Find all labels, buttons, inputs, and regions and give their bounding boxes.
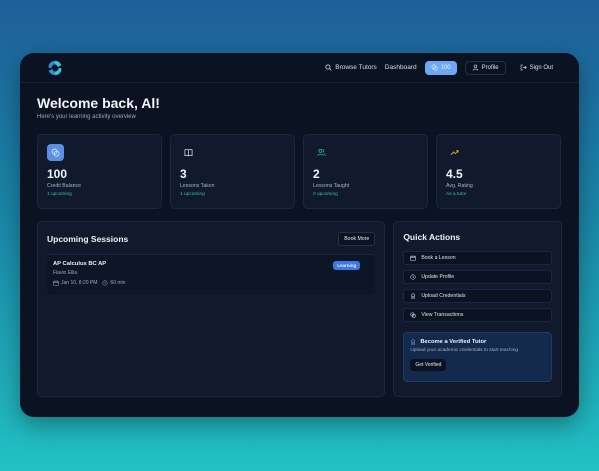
- user-icon: [472, 64, 478, 71]
- credits-button[interactable]: 100: [424, 60, 457, 75]
- session-duration-text: 60 min: [110, 280, 126, 286]
- book-more-button[interactable]: Book More: [338, 232, 376, 246]
- stat-label: Avg. Rating: [446, 183, 473, 189]
- browse-tutors-label: Browse Tutors: [335, 64, 377, 71]
- stat-value: 100: [47, 167, 68, 181]
- credits-label: 100: [440, 64, 451, 71]
- quick-actions-list: Book a Lesson Update Profile Upload Cred…: [403, 251, 552, 322]
- calendar-icon: [53, 280, 59, 286]
- nav-actions: Browse Tutors Dashboard 100 Profile Sign…: [325, 60, 559, 75]
- profile-button[interactable]: Profile: [464, 60, 506, 75]
- stat-card-credits: 100 Credit Balance 1 upcoming: [37, 134, 162, 209]
- stat-sub: As a tutor: [446, 192, 467, 197]
- stat-sub: 1 upcoming: [47, 192, 72, 197]
- verify-title-text: Become a Verified Tutor: [420, 339, 487, 345]
- session-title: AP Calculus BC AP: [53, 261, 107, 267]
- verify-title: Become a Verified Tutor: [410, 339, 545, 345]
- search-icon: [325, 64, 332, 71]
- get-verified-button[interactable]: Get Verified: [410, 359, 447, 371]
- coins-icon: [410, 312, 417, 318]
- verify-description: Upload your academic credentials to star…: [410, 348, 519, 353]
- book-lesson-button[interactable]: Book a Lesson: [403, 251, 552, 265]
- page-subtitle: Here's your learning activity overview: [37, 114, 136, 120]
- qa-label: Upload Credentials: [421, 293, 466, 299]
- stat-label: Lessons Taken: [180, 183, 215, 189]
- qa-label: Update Profile: [421, 274, 455, 280]
- clock-icon: [410, 274, 416, 280]
- browse-tutors-link[interactable]: Browse Tutors: [325, 64, 377, 71]
- profile-label: Profile: [481, 64, 499, 71]
- status-badge: Learning: [333, 261, 361, 270]
- stat-label: Lessons Taught: [313, 183, 350, 189]
- main-content: Welcome back, Al! Here's your learning a…: [20, 83, 579, 397]
- signout-label: Sign Out: [529, 64, 553, 71]
- view-transactions-button[interactable]: View Transactions: [403, 308, 552, 322]
- award-icon: [411, 293, 416, 299]
- coins-icon: [47, 144, 64, 161]
- stat-value: 3: [180, 167, 187, 181]
- signout-button[interactable]: Sign Out: [514, 61, 559, 75]
- stat-value: 4.5: [446, 167, 463, 181]
- stat-sub: 1 upcoming: [180, 192, 205, 197]
- app-window: Browse Tutors Dashboard 100 Profile Sign…: [20, 53, 579, 417]
- stat-card-lessons-taught: 2 Lessons Taught 0 upcoming: [303, 134, 428, 209]
- quick-actions-panel: Quick Actions Book a Lesson Update Profi…: [393, 221, 562, 397]
- session-tutor: Flavio Ellia: [53, 270, 78, 276]
- update-profile-button[interactable]: Update Profile: [403, 270, 552, 284]
- page-title: Welcome back, Al!: [37, 95, 160, 111]
- stats-row: 100 Credit Balance 1 upcoming 3 Lessons …: [37, 134, 562, 209]
- stat-card-lessons-taken: 3 Lessons Taken 1 upcoming: [170, 134, 295, 209]
- upcoming-sessions-panel: Upcoming Sessions Book More AP Calculus …: [37, 221, 386, 397]
- book-icon: [180, 144, 197, 161]
- users-icon: [313, 144, 330, 161]
- verify-tutor-card: Become a Verified Tutor Upload your acad…: [403, 332, 552, 382]
- clock-icon: [102, 280, 108, 286]
- dashboard-label: Dashboard: [384, 64, 417, 71]
- qa-label: Book a Lesson: [421, 255, 456, 261]
- logo-icon[interactable]: [46, 59, 64, 77]
- stat-label: Credit Balance: [47, 183, 82, 189]
- trend-up-icon: [446, 144, 463, 161]
- panel-title: Upcoming Sessions: [47, 234, 129, 244]
- qa-label: View Transactions: [421, 312, 464, 318]
- panel-header: Upcoming Sessions Book More: [47, 232, 376, 246]
- top-nav: Browse Tutors Dashboard 100 Profile Sign…: [20, 53, 579, 83]
- upload-credentials-button[interactable]: Upload Credentials: [403, 289, 552, 303]
- dashboard-link[interactable]: Dashboard: [385, 64, 417, 71]
- session-item[interactable]: AP Calculus BC AP Flavio Ellia Jan 10, 8…: [47, 254, 376, 295]
- coins-icon: [431, 64, 438, 71]
- session-date: Jan 10, 8:20 PM: [53, 280, 97, 286]
- logout-icon: [520, 64, 527, 71]
- stat-value: 2: [313, 167, 320, 181]
- stat-sub: 0 upcoming: [313, 192, 338, 197]
- session-duration: 60 min: [102, 280, 125, 286]
- stat-card-rating: 4.5 Avg. Rating As a tutor: [436, 134, 561, 209]
- session-date-text: Jan 10, 8:20 PM: [61, 280, 98, 286]
- award-icon: [411, 339, 416, 345]
- session-meta: Jan 10, 8:20 PM 60 min: [53, 280, 369, 286]
- lower-section: Upcoming Sessions Book More AP Calculus …: [37, 221, 562, 397]
- panel-title: Quick Actions: [403, 232, 461, 242]
- calendar-icon: [410, 255, 416, 261]
